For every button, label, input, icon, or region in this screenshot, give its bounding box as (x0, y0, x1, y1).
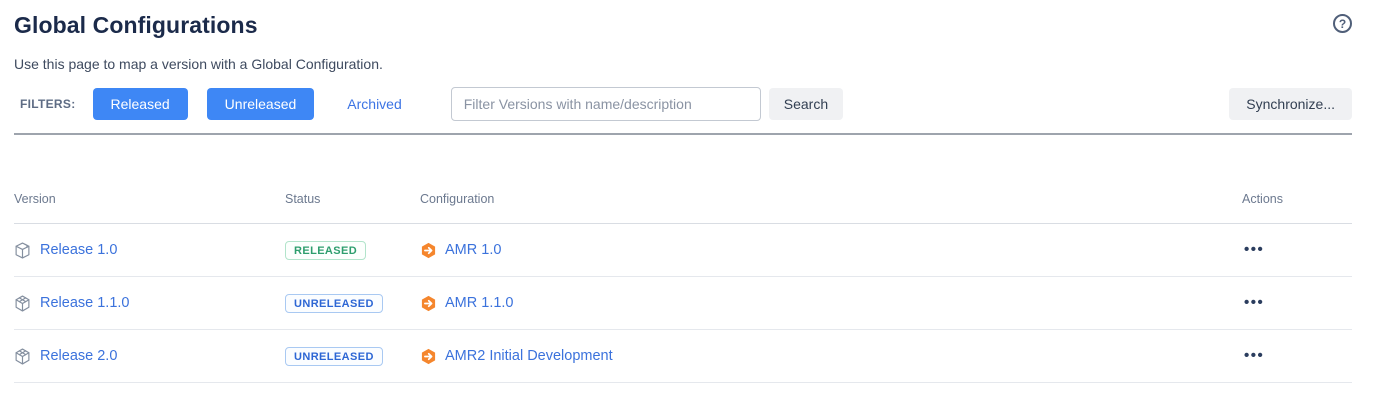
table-row: Release 1.1.0 UNRELEASED AMR 1.1.0 ••• (14, 277, 1352, 330)
search-group: Search (450, 87, 844, 121)
row-actions-menu-button[interactable]: ••• (1242, 348, 1266, 364)
status-badge: RELEASED (285, 240, 367, 260)
configuration-link[interactable]: AMR2 Initial Development (445, 348, 613, 364)
table-row: Release 2.0 UNRELEASED AMR2 Initial Deve… (14, 330, 1352, 383)
status-cell: UNRELEASED (285, 293, 420, 313)
version-cell: Release 1.0 (14, 241, 285, 259)
column-header-version: Version (14, 191, 56, 206)
table-header-row: Version Status Configuration Actions (14, 174, 1352, 224)
filter-bar: FILTERS: Released Unreleased Archived Se… (14, 87, 1352, 121)
status-badge: UNRELEASED (285, 346, 383, 366)
configuration-cell: AMR2 Initial Development (420, 348, 1226, 365)
filter-unreleased-button[interactable]: Unreleased (206, 88, 315, 120)
actions-cell: ••• (1226, 241, 1352, 259)
row-actions-menu-button[interactable]: ••• (1242, 295, 1266, 311)
column-header-configuration: Configuration (420, 191, 495, 206)
released-version-icon (14, 241, 31, 259)
unreleased-version-icon (14, 347, 31, 365)
version-link[interactable]: Release 1.0 (40, 242, 117, 258)
table-row: Release 1.0 RELEASED AMR 1.0 ••• (14, 224, 1352, 277)
configuration-cell: AMR 1.0 (420, 242, 1226, 259)
unreleased-version-icon (14, 294, 31, 312)
filters-label: FILTERS: (20, 97, 76, 111)
filter-archived-link[interactable]: Archived (347, 96, 401, 112)
row-actions-menu-button[interactable]: ••• (1242, 242, 1266, 258)
filter-released-button[interactable]: Released (92, 88, 188, 120)
status-cell: UNRELEASED (285, 346, 420, 366)
configuration-hexagon-icon (420, 295, 437, 312)
version-link[interactable]: Release 1.1.0 (40, 295, 129, 311)
search-button[interactable]: Search (768, 88, 844, 120)
page-subtitle: Use this page to map a version with a Gl… (14, 56, 383, 72)
synchronize-button[interactable]: Synchronize... (1229, 88, 1352, 120)
actions-cell: ••• (1226, 294, 1352, 312)
filter-divider (14, 133, 1352, 135)
actions-cell: ••• (1226, 347, 1352, 365)
configuration-hexagon-icon (420, 348, 437, 365)
configurations-table: Version Status Configuration Actions Rel… (14, 174, 1352, 383)
configuration-link[interactable]: AMR 1.0 (445, 242, 501, 258)
page-header: Global Configurations ? (14, 10, 1352, 39)
version-link[interactable]: Release 2.0 (40, 348, 117, 364)
help-icon[interactable]: ? (1333, 14, 1352, 33)
filter-versions-input[interactable] (450, 87, 761, 121)
configuration-link[interactable]: AMR 1.1.0 (445, 295, 514, 311)
status-cell: RELEASED (285, 240, 420, 260)
version-cell: Release 2.0 (14, 347, 285, 365)
column-header-actions: Actions (1242, 191, 1283, 206)
configuration-hexagon-icon (420, 242, 437, 259)
page-title: Global Configurations (14, 12, 258, 38)
status-badge: UNRELEASED (285, 293, 383, 313)
configuration-cell: AMR 1.1.0 (420, 295, 1226, 312)
global-configurations-page: Global Configurations ? Use this page to… (0, 0, 1380, 406)
column-header-status: Status (285, 191, 321, 206)
version-cell: Release 1.1.0 (14, 294, 285, 312)
